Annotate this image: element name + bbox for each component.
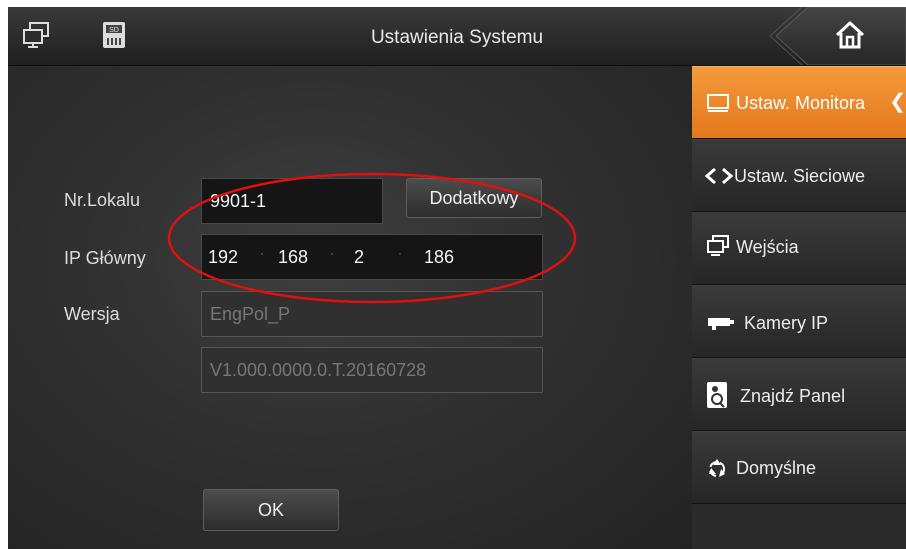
find-panel-icon (706, 381, 728, 414)
extra-button[interactable]: Dodatkowy (406, 178, 542, 218)
ip-octet-2[interactable]: 168 (278, 247, 308, 268)
sidebar-item-monitor-settings[interactable]: Ustaw. Monitora ❮ (692, 66, 906, 139)
network-arrows-icon (704, 167, 734, 190)
monitor-screen-icon (706, 93, 730, 118)
ok-button[interactable]: OK (203, 489, 339, 531)
sidebar-item-label: Wejścia (736, 237, 799, 257)
sidebar-item-inputs[interactable]: Wejścia (692, 212, 906, 285)
room-number-label: Nr.Lokalu (64, 190, 141, 210)
ip-octet-4[interactable]: 186 (424, 247, 454, 268)
sidebar-item-label: Ustaw. Sieciowe (734, 166, 866, 186)
ip-octet-1[interactable]: 192 (208, 247, 238, 268)
version-label: Wersja (64, 304, 120, 324)
inputs-icon (706, 235, 730, 262)
sidebar-item-label: Kamery IP (744, 313, 829, 333)
main-ip-label: IP Główny (64, 248, 146, 268)
home-button[interactable] (768, 7, 906, 66)
recycle-icon (706, 457, 728, 484)
ip-separator: · (398, 246, 402, 260)
top-bar: SD Ustawienia Systemu (8, 7, 906, 66)
sidebar-item-label: Domyślne (736, 458, 817, 478)
main-ip-field[interactable]: 192 · 168 · 2 · 186 (201, 234, 543, 280)
sidebar-item-defaults[interactable]: Domyślne (692, 431, 906, 504)
room-number-field[interactable]: 9901-1 (201, 178, 383, 224)
sidebar-item-network-settings[interactable]: Ustaw. Sieciowe (692, 139, 906, 212)
ip-separator: · (330, 246, 334, 260)
settings-panel: Nr.Lokalu 9901-1 Dodatkowy IP Główny 192… (8, 66, 692, 549)
sidebar-item-label: Ustaw. Monitora (736, 93, 866, 113)
sidebar: Ustaw. Monitora ❮ Ustaw. Sieciowe Wejści… (692, 66, 906, 549)
app-window: SD Ustawienia Systemu Nr.Lokalu 9901-1 D… (8, 7, 906, 549)
sidebar-item-find-panel[interactable]: Znajdź Panel (692, 358, 906, 431)
ip-octet-3[interactable]: 2 (354, 247, 364, 268)
version-name-field: EngPol_P (201, 291, 543, 337)
sidebar-item-label: Znajdź Panel (740, 386, 846, 406)
camera-icon (706, 315, 738, 336)
sidebar-item-ip-cameras[interactable]: Kamery IP (692, 285, 906, 358)
version-name-value: EngPol_P (210, 304, 291, 324)
ip-separator: · (260, 246, 264, 260)
room-number-value: 9901-1 (210, 191, 267, 211)
home-icon (834, 20, 866, 55)
version-number-value: V1.000.0000.0.T.20160728 (210, 360, 427, 380)
version-number-field: V1.000.0000.0.T.20160728 (201, 347, 543, 393)
active-indicator-icon: ❮ (889, 91, 906, 113)
